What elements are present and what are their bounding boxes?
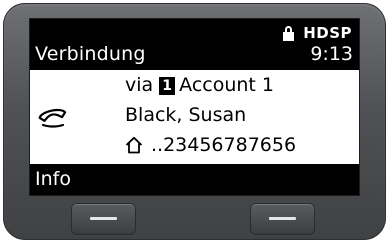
lock-icon <box>282 25 295 41</box>
softkey-bar: Info <box>30 164 359 195</box>
dash-icon <box>269 217 296 220</box>
account-name: Account 1 <box>179 74 275 96</box>
call-details: via 1 Account 1 Black, Susan ..23456787656 <box>30 70 359 166</box>
contact-name: Black, Susan <box>125 104 247 126</box>
screen-title: Verbindung <box>35 43 146 65</box>
title-bar: Verbindung HDSP 9:13 <box>30 19 359 70</box>
account-line: via 1 Account 1 <box>125 73 274 97</box>
account-number-badge: 1 <box>159 77 176 95</box>
handset-icon <box>38 108 67 128</box>
dash-icon <box>90 217 117 220</box>
home-icon <box>125 136 143 154</box>
hdsp-logo: HDSP <box>303 24 352 42</box>
number-line: ..23456787656 <box>125 133 296 157</box>
phone-number: ..23456787656 <box>151 134 297 156</box>
left-softkey-button[interactable] <box>72 204 135 234</box>
clock: 9:13 <box>310 43 353 65</box>
via-label: via <box>125 74 154 96</box>
status-icons: HDSP <box>282 24 352 42</box>
right-softkey-button[interactable] <box>251 204 314 234</box>
phone-display: Verbindung HDSP 9:13 via 1 Account 1 Black… <box>29 18 360 196</box>
softkey-left-label[interactable]: Info <box>35 167 71 191</box>
